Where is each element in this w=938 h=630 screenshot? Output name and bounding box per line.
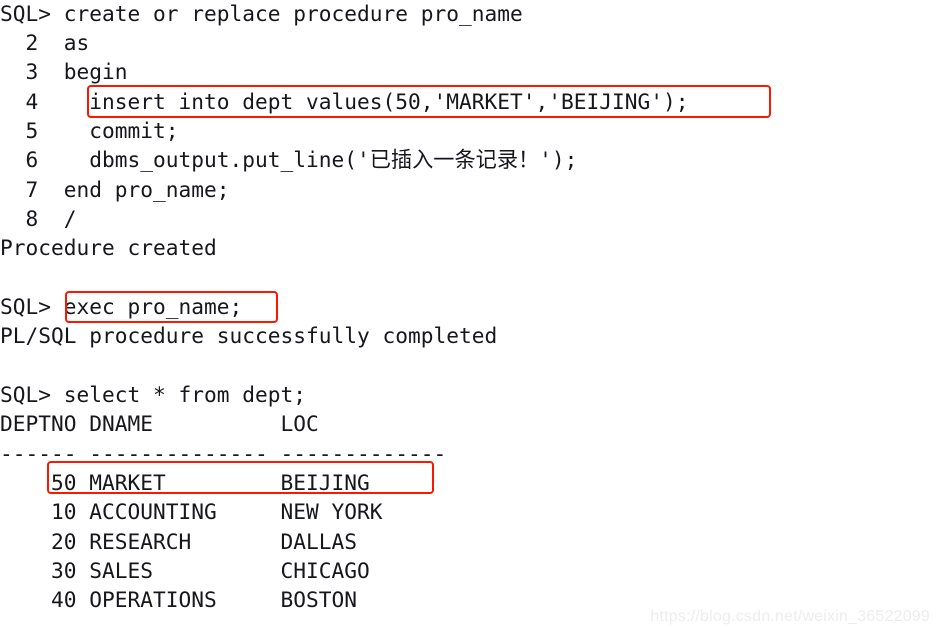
terminal-output-area: SQL> create or replace procedure pro_nam… — [0, 0, 938, 630]
console-line: SQL> create or replace procedure pro_nam… — [0, 2, 523, 27]
console-line-command: SQL> select * from dept; — [0, 383, 307, 408]
console-line-command: SQL> exec pro_name; — [0, 295, 243, 320]
result-table-row: 10 ACCOUNTING NEW YORK — [0, 500, 383, 525]
result-table-row: 50 MARKET BEIJING — [0, 471, 370, 496]
console-line: 5 commit; — [0, 119, 179, 144]
console-line: 6 dbms_output.put_line('已插入一条记录！'); — [0, 148, 578, 173]
result-table-row: 20 RESEARCH DALLAS — [0, 530, 358, 555]
result-table-header: DEPTNO DNAME LOC — [0, 412, 319, 437]
console-line: 7 end pro_name; — [0, 178, 230, 203]
console-line-result: Procedure created — [0, 236, 217, 261]
watermark-text: https://blog.csdn.net/weixin_36522099 — [650, 608, 930, 625]
console-line: 2 as — [0, 31, 90, 56]
console-line: 8 / — [0, 207, 77, 232]
result-table-separator: ------ -------------- ------------- — [0, 442, 447, 467]
result-table-row: 30 SALES CHICAGO — [0, 559, 370, 584]
console-line: 3 begin — [0, 60, 128, 85]
console-line-result: PL/SQL procedure successfully completed — [0, 324, 498, 349]
console-line: 4 insert into dept values(50,'MARKET','B… — [0, 90, 689, 115]
result-table-row: 40 OPERATIONS BOSTON — [0, 588, 358, 613]
